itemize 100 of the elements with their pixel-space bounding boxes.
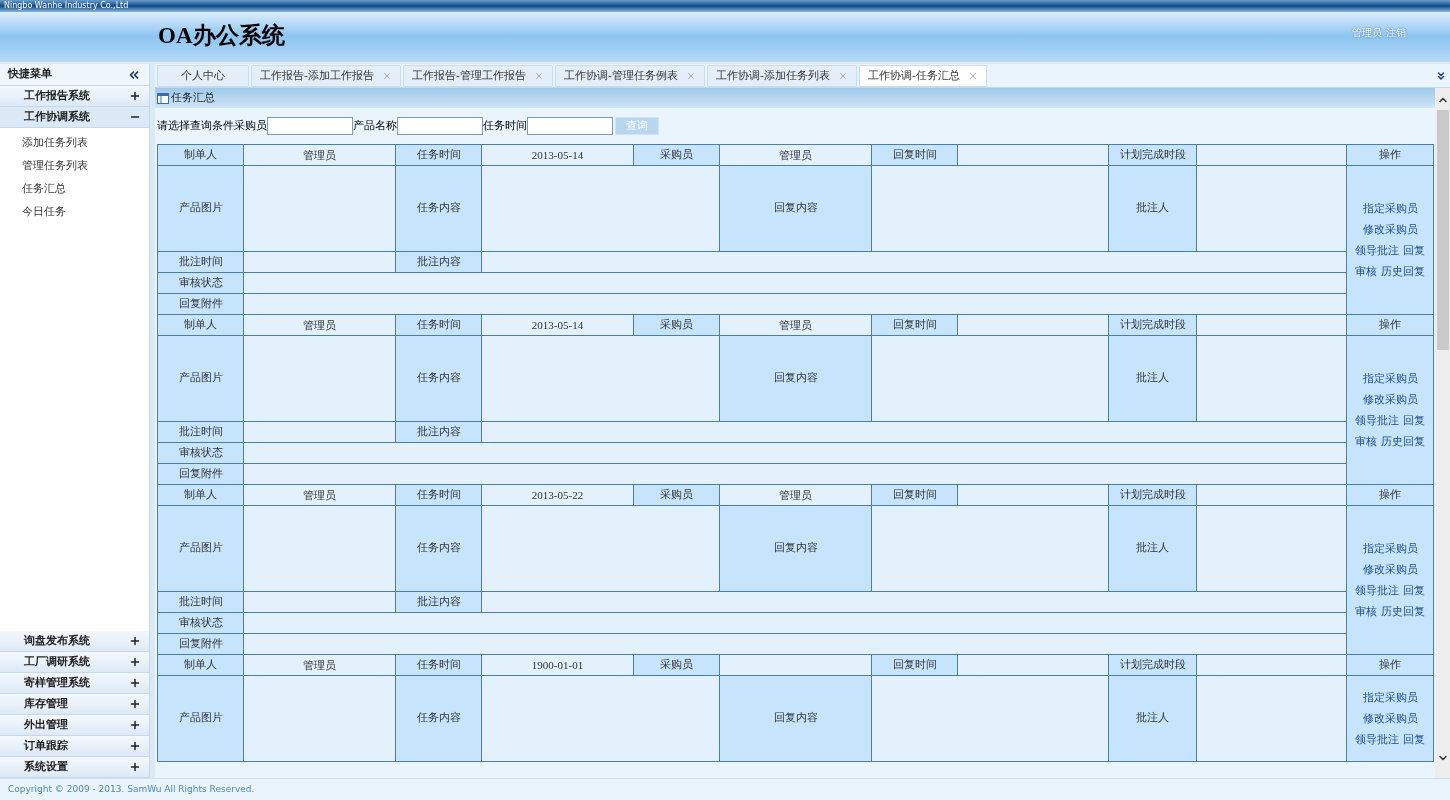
action-link[interactable]: 修改采购员 — [1362, 563, 1418, 576]
scrollbar[interactable] — [1435, 88, 1450, 778]
tab[interactable]: 工作协调-管理任务例表 — [554, 65, 705, 87]
action-link[interactable]: 历史回复 — [1380, 605, 1425, 618]
action-link[interactable]: 领导批注 — [1355, 584, 1400, 597]
close-icon[interactable] — [967, 71, 978, 81]
label-cell: 批注人 — [1108, 675, 1197, 762]
menu-group[interactable]: 寄样管理系统 — [0, 673, 149, 694]
label-cell: 回复内容 — [719, 165, 872, 252]
sidebar-title: 快捷菜单 — [8, 66, 52, 83]
action-link[interactable]: 审核 — [1355, 435, 1378, 448]
action-link[interactable]: 回复 — [1402, 414, 1425, 427]
search-field[interactable] — [527, 117, 613, 135]
action-link[interactable]: 领导批注 — [1355, 244, 1400, 257]
label-cell: 批注人 — [1108, 335, 1197, 422]
action-link[interactable]: 修改采购员 — [1362, 223, 1418, 236]
search-label: 请选择查询条件采购员 — [157, 117, 267, 134]
label-cell: 回复附件 — [157, 633, 244, 655]
label-cell: 回复内容 — [719, 505, 872, 592]
tab-menu-icon[interactable] — [1435, 70, 1447, 82]
tab-label: 工作协调-任务汇总 — [867, 67, 960, 84]
action-link[interactable]: 回复 — [1402, 244, 1425, 257]
close-icon[interactable] — [837, 71, 848, 81]
panel-title: 任务汇总 — [171, 89, 215, 106]
label-cell: 批注人 — [1108, 165, 1197, 252]
action-link[interactable]: 指定采购员 — [1362, 542, 1418, 555]
submenu-item[interactable]: 今日任务 — [0, 203, 149, 220]
label-cell: 批注人 — [1108, 505, 1197, 592]
label-cell: 回复时间 — [871, 144, 958, 166]
label-cell: 任务内容 — [395, 505, 482, 592]
submenu-item[interactable]: 管理任务列表 — [0, 157, 149, 174]
tab[interactable]: 工作协调-添加任务列表 — [706, 65, 857, 87]
plus-icon — [129, 656, 141, 668]
action-link[interactable]: 领导批注 — [1355, 414, 1400, 427]
menu-group-label: 工作报告系统 — [24, 87, 90, 104]
tab[interactable]: 工作报告-管理工作报告 — [403, 65, 553, 87]
user-name: 管理员 — [1352, 26, 1382, 40]
action-link[interactable]: 修改采购员 — [1362, 393, 1418, 406]
close-icon[interactable] — [685, 71, 696, 81]
action-link[interactable]: 指定采购员 — [1362, 372, 1418, 385]
menu-group-label: 系统设置 — [24, 758, 68, 775]
menu-group-label: 询盘发布系统 — [24, 632, 90, 649]
action-link[interactable]: 指定采购员 — [1362, 691, 1418, 704]
menu-group[interactable]: 库存管理 — [0, 694, 149, 715]
tab[interactable]: 个人中心 — [157, 65, 249, 87]
search-field[interactable] — [267, 117, 353, 135]
tab-label: 工作报告-添加工作报告 — [260, 67, 374, 84]
label-cell: 采购员 — [633, 144, 720, 166]
menu-group[interactable]: 工作协调系统 — [0, 107, 149, 128]
label-cell: 任务内容 — [395, 335, 482, 422]
menu-group[interactable]: 订单跟踪 — [0, 736, 149, 757]
scroll-thumb[interactable] — [1436, 110, 1449, 350]
action-link[interactable]: 领导批注 — [1355, 733, 1400, 746]
action-link[interactable]: 历史回复 — [1380, 435, 1425, 448]
menu-group[interactable]: 询盘发布系统 — [0, 631, 149, 652]
plus-icon — [129, 677, 141, 689]
action-link[interactable]: 审核 — [1355, 605, 1378, 618]
tab-label: 工作协调-添加任务列表 — [715, 67, 830, 84]
action-link[interactable]: 修改采购员 — [1362, 712, 1418, 725]
label-cell: 制单人 — [157, 484, 244, 506]
label-cell: 审核状态 — [157, 612, 244, 634]
label-cell: 批注时间 — [157, 421, 244, 443]
label-cell: 产品图片 — [157, 675, 244, 762]
menu-group-label: 工作协调系统 — [24, 108, 90, 125]
label-cell: 操作 — [1346, 144, 1434, 166]
tab-label: 个人中心 — [181, 67, 225, 84]
menu-group[interactable]: 系统设置 — [0, 757, 149, 778]
close-icon[interactable] — [382, 71, 392, 81]
menu-group[interactable]: 工作报告系统 — [0, 86, 149, 107]
label-cell: 产品图片 — [157, 335, 244, 422]
label-cell: 计划完成时段 — [1108, 144, 1197, 166]
submenu-item[interactable]: 添加任务列表 — [0, 134, 149, 151]
company-name: Ningbo Wanhe Industry Co.,Ltd — [4, 2, 129, 10]
action-link[interactable]: 审核 — [1355, 265, 1378, 278]
menu-group-label: 订单跟踪 — [24, 737, 68, 754]
label-cell: 批注时间 — [157, 251, 244, 273]
copyright-text: Copyright © 2009 - 2013. SamWu All Rights Reserved. — [8, 782, 255, 796]
close-icon[interactable] — [533, 71, 544, 81]
menu-group[interactable]: 外出管理 — [0, 715, 149, 736]
menu-group[interactable]: 工厂调研系统 — [0, 652, 149, 673]
label-cell: 任务时间 — [395, 144, 482, 166]
label-cell: 制单人 — [157, 144, 244, 166]
action-link[interactable]: 历史回复 — [1380, 265, 1425, 278]
plus-icon — [129, 719, 141, 731]
tab[interactable]: 工作报告-添加工作报告 — [251, 65, 401, 87]
label-cell: 批注时间 — [157, 591, 244, 613]
action-link[interactable]: 回复 — [1402, 733, 1425, 746]
label-cell: 回复内容 — [719, 335, 872, 422]
label-cell: 任务内容 — [395, 165, 482, 252]
search-field[interactable] — [397, 117, 483, 135]
plus-icon — [129, 90, 141, 102]
tab[interactable]: 工作协调-任务汇总 — [858, 65, 987, 87]
label-cell: 回复附件 — [157, 463, 244, 485]
submenu-item[interactable]: 任务汇总 — [0, 180, 149, 197]
label-cell: 审核状态 — [157, 272, 244, 294]
table-icon — [157, 92, 169, 104]
label-cell: 审核状态 — [157, 442, 244, 464]
search-label: 任务时间 — [483, 117, 527, 134]
action-link[interactable]: 指定采购员 — [1362, 202, 1418, 215]
action-link[interactable]: 回复 — [1402, 584, 1425, 597]
